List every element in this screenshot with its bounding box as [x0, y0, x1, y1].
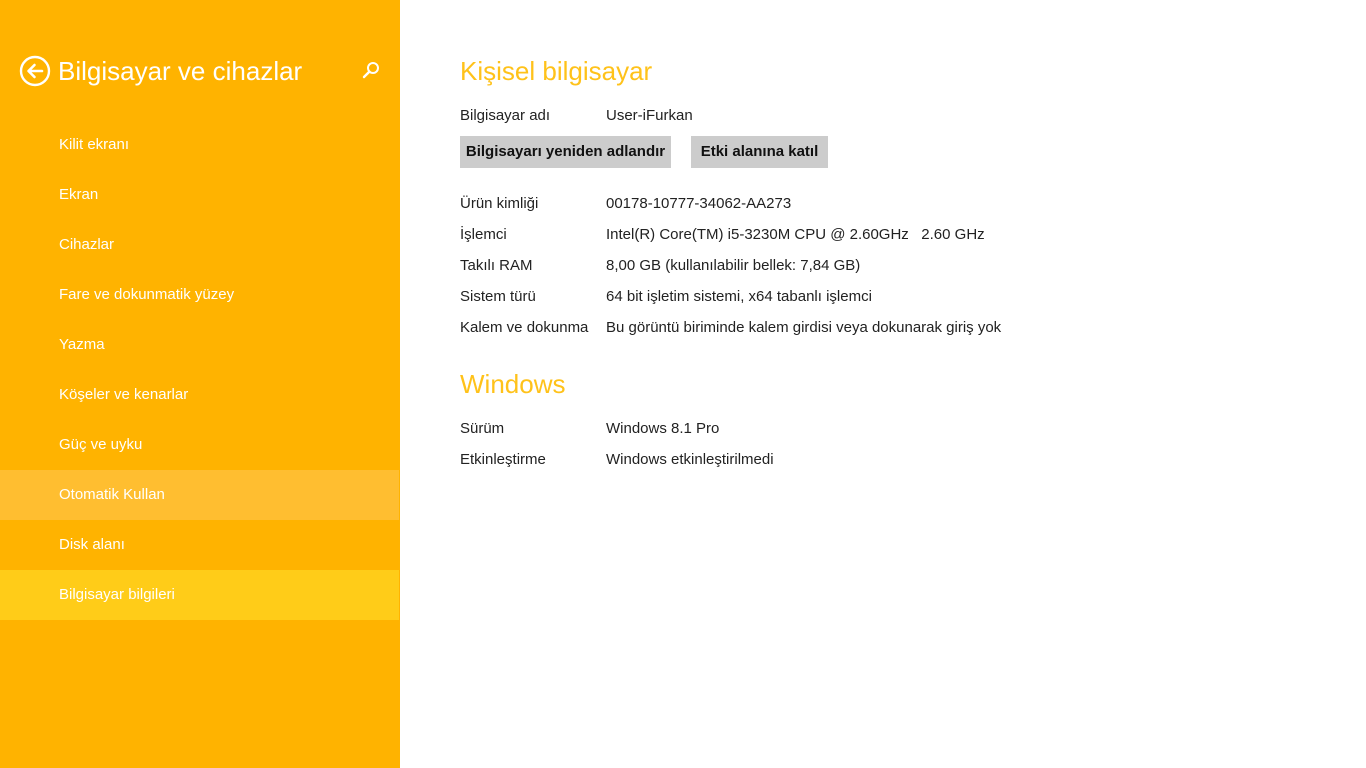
activation-label: Etkinleştirme	[460, 451, 546, 468]
sidebar-item-corners-edges[interactable]: Köşeler ve kenarlar	[0, 370, 399, 420]
sidebar-nav: Kilit ekranı Ekran Cihazlar Fare ve doku…	[0, 120, 400, 620]
sidebar-title: Bilgisayar ve cihazlar	[58, 56, 303, 86]
edition-label: Sürüm	[460, 420, 505, 437]
sidebar-item-autoplay[interactable]: Otomatik Kullan	[0, 470, 399, 520]
installed-ram-value: 8,00 GB (kullanılabilir bellek: 7,84 GB)	[606, 257, 861, 274]
product-id-label: Ürün kimliği	[460, 195, 539, 212]
activation-value: Windows etkinleştirilmedi	[606, 451, 774, 468]
sidebar-item-devices[interactable]: Cihazlar	[0, 220, 399, 270]
rename-pc-button[interactable]: Bilgisayarı yeniden adlandır	[460, 136, 671, 168]
sidebar-item-label: Cihazlar	[59, 236, 115, 253]
processor-value: Intel(R) Core(TM) i5-3230M CPU @ 2.60GHz…	[606, 226, 985, 243]
back-button[interactable]	[19, 55, 51, 87]
system-type-label: Sistem türü	[460, 288, 536, 305]
sidebar-item-pc-info[interactable]: Bilgisayar bilgileri	[0, 570, 399, 620]
product-id-value: 00178-10777-34062-AA273	[606, 195, 792, 212]
pc-settings-window: Bilgisayar ve cihazlar Kilit ekranı Ekra…	[0, 0, 1366, 768]
search-icon	[362, 62, 379, 79]
sidebar-item-label: Fare ve dokunmatik yüzey	[59, 286, 235, 303]
sidebar-item-display[interactable]: Ekran	[0, 170, 399, 220]
computer-name-value: User-iFurkan	[606, 107, 693, 124]
system-type-value: 64 bit işletim sistemi, x64 tabanlı işle…	[606, 288, 872, 305]
sidebar-item-label: Disk alanı	[59, 536, 125, 553]
processor-label: İşlemci	[460, 226, 507, 243]
windows-section-title: Windows	[460, 369, 566, 399]
sidebar-item-label: Ekran	[59, 186, 99, 203]
main-content: Kişisel bilgisayar Bilgisayar adı User-i…	[400, 0, 1366, 768]
sidebar-item-mouse-touchpad[interactable]: Fare ve dokunmatik yüzey	[0, 270, 399, 320]
computer-name-label: Bilgisayar adı	[460, 107, 551, 124]
sidebar-header: Bilgisayar ve cihazlar	[0, 44, 400, 98]
sidebar-item-label: Otomatik Kullan	[59, 486, 165, 503]
sidebar-item-label: Güç ve uyku	[59, 436, 143, 453]
join-domain-button[interactable]: Etki alanına katıl	[691, 136, 828, 168]
sidebar-item-power-sleep[interactable]: Güç ve uyku	[0, 420, 399, 470]
search-button[interactable]	[358, 58, 384, 84]
sidebar-item-label: Bilgisayar bilgileri	[59, 586, 175, 603]
sidebar: Bilgisayar ve cihazlar Kilit ekranı Ekra…	[0, 0, 400, 768]
sidebar-item-label: Yazma	[59, 336, 105, 353]
pen-touch-value: Bu görüntü biriminde kalem girdisi veya …	[606, 319, 1002, 336]
sidebar-item-label: Köşeler ve kenarlar	[59, 386, 189, 403]
sidebar-item-lock-screen[interactable]: Kilit ekranı	[0, 120, 399, 170]
installed-ram-label: Takılı RAM	[460, 257, 533, 274]
pc-section-title: Kişisel bilgisayar	[460, 56, 653, 86]
sidebar-item-label: Kilit ekranı	[59, 136, 130, 153]
edition-value: Windows 8.1 Pro	[606, 420, 720, 437]
sidebar-item-typing[interactable]: Yazma	[0, 320, 399, 370]
sidebar-item-disk-space[interactable]: Disk alanı	[0, 520, 399, 570]
pen-touch-label: Kalem ve dokunma	[460, 319, 589, 336]
back-arrow-circle-icon	[19, 55, 51, 87]
